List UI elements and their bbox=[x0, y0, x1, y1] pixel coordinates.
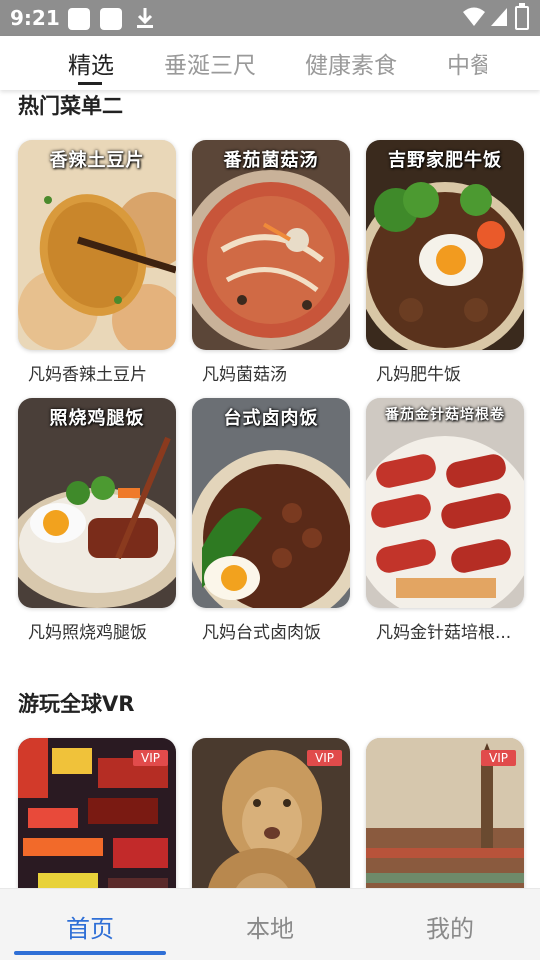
recipe-card[interactable]: 番茄金针菇培根卷 bbox=[366, 398, 524, 608]
section-title-menu: 热门菜单二 bbox=[18, 94, 123, 118]
nav-local[interactable]: 本地 bbox=[180, 909, 360, 944]
recipe-card[interactable]: 台式卤肉饭 bbox=[192, 398, 350, 608]
recipe-card[interactable]: 香辣土豆片 bbox=[18, 140, 176, 350]
recipe-caption[interactable]: 凡妈金针菇培根... bbox=[376, 618, 522, 643]
tab-chuixiansanchi[interactable]: 垂涎三尺 bbox=[164, 46, 256, 80]
vr-card[interactable]: VIP bbox=[192, 738, 350, 888]
recipe-overlay-title: 香辣土豆片 bbox=[49, 150, 145, 171]
category-tabs: 精选 垂涎三尺 健康素食 中餐 bbox=[0, 36, 540, 90]
bottom-navigation: 首页 本地 我的 bbox=[0, 888, 540, 960]
nav-indicator bbox=[14, 951, 166, 955]
recipe-overlay-title: 番茄金针菇培根卷 bbox=[385, 407, 505, 423]
vr-card[interactable]: VIP bbox=[18, 738, 176, 888]
tab-jiankangsushi[interactable]: 健康素食 bbox=[305, 46, 397, 80]
nav-mine[interactable]: 我的 bbox=[360, 909, 540, 944]
download-icon bbox=[137, 8, 153, 28]
tab-zhongcan[interactable]: 中餐 bbox=[447, 46, 487, 80]
tab-indicator bbox=[78, 82, 102, 85]
recipe-image bbox=[366, 398, 524, 608]
section-title-vr: 游玩全球VR bbox=[18, 692, 135, 716]
main-content: 热门菜单二 香辣土豆片 凡妈香辣土豆片 番茄菌菇汤 凡妈菌菇汤 吉野家肥牛饭 凡… bbox=[0, 90, 540, 888]
recipe-card[interactable]: 照烧鸡腿饭 bbox=[18, 398, 176, 608]
recipe-caption[interactable]: 凡妈台式卤肉饭 bbox=[202, 618, 362, 643]
notification-icon bbox=[68, 8, 90, 30]
recipe-overlay-title: 吉野家肥牛饭 bbox=[388, 150, 502, 171]
vip-badge: VIP bbox=[481, 750, 516, 766]
recipe-caption[interactable]: 凡妈香辣土豆片 bbox=[28, 360, 188, 385]
vip-badge: VIP bbox=[307, 750, 342, 766]
recipe-overlay-title: 番茄菌菇汤 bbox=[223, 150, 319, 171]
notification-icon bbox=[100, 8, 122, 30]
signal-icon bbox=[491, 8, 507, 26]
battery-icon bbox=[515, 3, 529, 30]
tab-jingxuan[interactable]: 精选 bbox=[68, 46, 114, 80]
nav-home[interactable]: 首页 bbox=[0, 909, 180, 944]
recipe-overlay-title: 照烧鸡腿饭 bbox=[49, 408, 145, 429]
status-bar: 9:21 bbox=[0, 0, 540, 36]
recipe-caption[interactable]: 凡妈菌菇汤 bbox=[202, 360, 362, 385]
recipe-card[interactable]: 吉野家肥牛饭 bbox=[366, 140, 524, 350]
vip-badge: VIP bbox=[133, 750, 168, 766]
recipe-caption[interactable]: 凡妈照烧鸡腿饭 bbox=[28, 618, 188, 643]
recipe-caption[interactable]: 凡妈肥牛饭 bbox=[376, 360, 536, 385]
status-time: 9:21 bbox=[10, 6, 60, 30]
vr-card[interactable]: VIP bbox=[366, 738, 524, 888]
wifi-icon bbox=[463, 7, 485, 26]
recipe-overlay-title: 台式卤肉饭 bbox=[223, 408, 319, 429]
recipe-card[interactable]: 番茄菌菇汤 bbox=[192, 140, 350, 350]
